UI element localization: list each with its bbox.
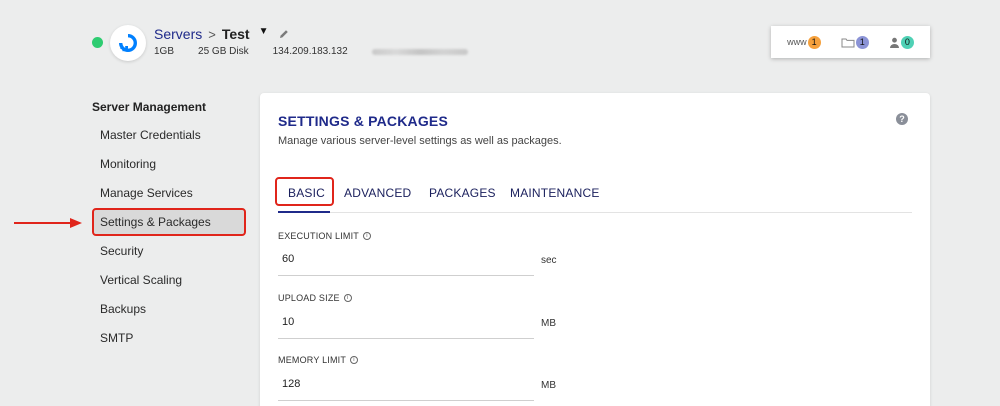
upload-size-label-text: UPLOAD SIZE	[278, 293, 340, 303]
info-icon[interactable]: i	[343, 294, 352, 302]
sidebar-item-backups[interactable]: Backups	[100, 302, 146, 316]
sidebar-item-manage-services[interactable]: Manage Services	[100, 186, 193, 200]
upload-size-input[interactable]: 10	[278, 311, 534, 339]
info-icon[interactable]: i	[350, 356, 359, 364]
execution-limit-unit: sec	[541, 255, 557, 266]
files-count-badge: 1	[855, 35, 869, 49]
annotation-arrow-icon	[14, 216, 84, 234]
execution-limit-label-text: EXECUTION LIMIT	[278, 231, 360, 241]
www-count-badge: 1	[807, 35, 821, 49]
sidebar-item-settings-packages[interactable]: Settings & Packages	[100, 215, 211, 229]
memory-limit-input[interactable]: 128	[278, 373, 534, 401]
memory-limit-label-text: MEMORY LIMIT	[278, 355, 347, 365]
blurred-hostname	[371, 49, 468, 55]
server-name: Test	[221, 26, 250, 42]
execution-limit-input[interactable]: 60	[278, 248, 534, 276]
server-disk: 25 GB Disk	[198, 46, 249, 57]
breadcrumb: Servers > Test ▼	[154, 26, 289, 42]
www-apps-counter[interactable]: www 1	[787, 35, 821, 49]
tab-active-underline	[278, 211, 330, 213]
breadcrumb-servers-link[interactable]: Servers	[154, 26, 202, 42]
tab-maintenance[interactable]: MAINTENANCE	[510, 186, 600, 200]
server-summary-card: www 1 1 0	[771, 26, 930, 58]
tab-advanced[interactable]: ADVANCED	[344, 186, 411, 200]
sidebar-title: Server Management	[92, 100, 207, 114]
server-status-dot	[92, 37, 103, 48]
server-ram: 1GB	[154, 46, 175, 57]
server-ip: 134.209.183.132	[272, 46, 348, 57]
server-switch-caret-icon[interactable]: ▼	[259, 26, 269, 37]
settings-packages-panel: SETTINGS & PACKAGES Manage various serve…	[260, 93, 930, 406]
info-icon[interactable]: i	[363, 232, 372, 240]
memory-limit-unit: MB	[541, 380, 556, 391]
page-title: SETTINGS & PACKAGES	[278, 113, 449, 129]
tab-basic[interactable]: BASIC	[288, 186, 325, 200]
users-count-badge: 0	[900, 35, 914, 49]
sidebar-item-security[interactable]: Security	[100, 244, 143, 258]
help-question-icon[interactable]: ?	[896, 113, 908, 125]
tab-packages[interactable]: PACKAGES	[429, 186, 496, 200]
edit-pencil-icon[interactable]	[279, 29, 289, 39]
sidebar-item-vertical-scaling[interactable]: Vertical Scaling	[100, 273, 182, 287]
www-label: www	[787, 37, 807, 47]
user-icon	[889, 37, 899, 48]
sidebar-item-master-credentials[interactable]: Master Credentials	[100, 128, 201, 142]
upload-size-unit: MB	[541, 318, 556, 329]
breadcrumb-separator: >	[208, 26, 216, 42]
settings-tabs: BASIC ADVANCED PACKAGES MAINTENANCE	[275, 177, 912, 213]
upload-size-label: UPLOAD SIZE i	[278, 293, 352, 303]
users-counter[interactable]: 0	[889, 35, 914, 49]
folder-icon	[841, 38, 855, 47]
files-counter[interactable]: 1	[841, 35, 869, 49]
server-specs: 1GB 25 GB Disk 134.209.183.132	[154, 46, 468, 57]
sidebar-item-monitoring[interactable]: Monitoring	[100, 157, 156, 171]
sidebar-item-smtp[interactable]: SMTP	[100, 331, 133, 345]
digitalocean-logo-icon	[110, 25, 146, 61]
execution-limit-label: EXECUTION LIMIT i	[278, 231, 372, 241]
memory-limit-label: MEMORY LIMIT i	[278, 355, 359, 365]
page-subtitle: Manage various server-level settings as …	[278, 135, 562, 147]
